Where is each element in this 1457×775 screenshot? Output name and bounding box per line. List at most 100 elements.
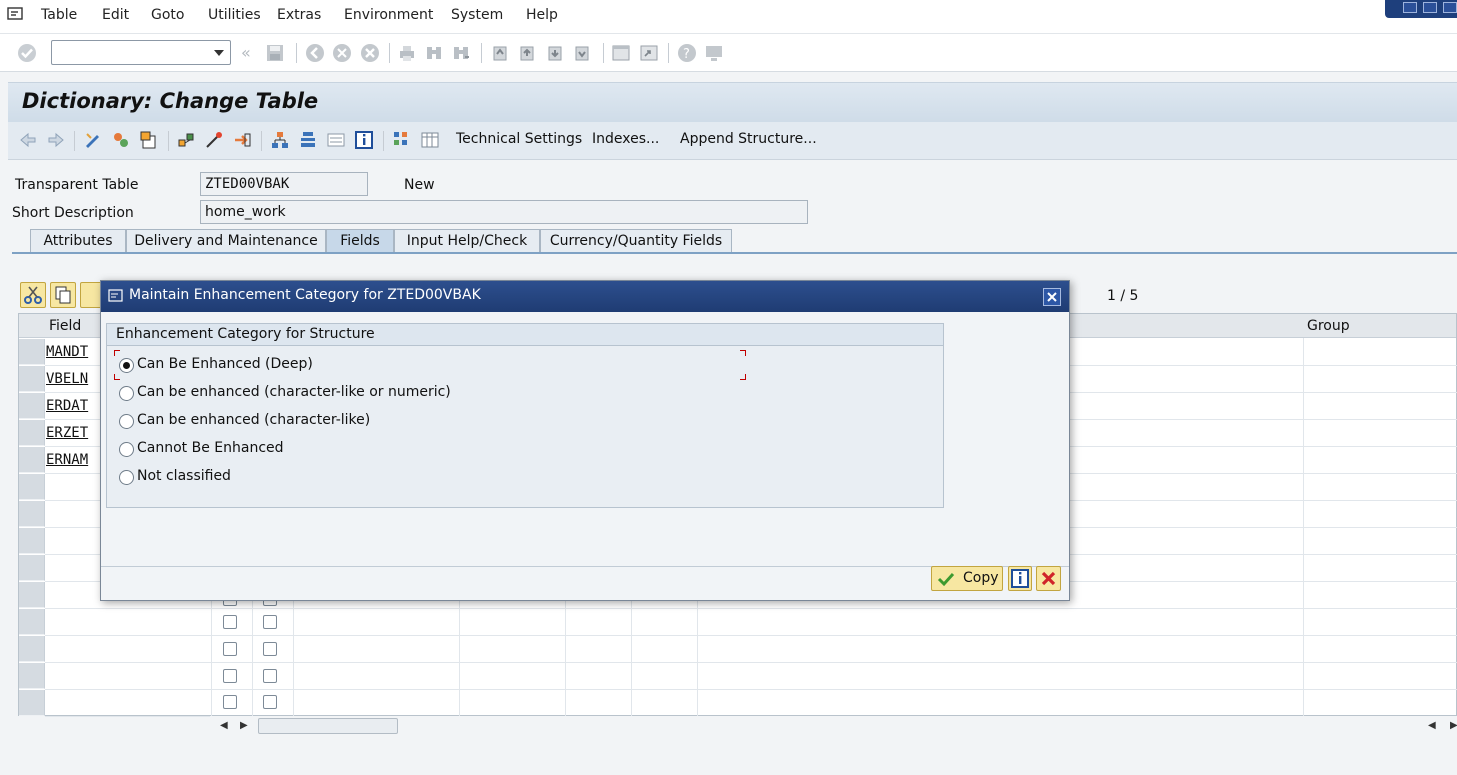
radio-char-like[interactable]: [119, 414, 134, 429]
paste-icon[interactable]: [80, 282, 102, 308]
row-selector[interactable]: [19, 609, 45, 635]
radio-deep[interactable]: [119, 358, 134, 373]
column-header-group[interactable]: Group: [1307, 318, 1350, 334]
menu-help[interactable]: Help: [526, 7, 558, 23]
radio-label[interactable]: Can be enhanced (character-like or numer…: [137, 384, 451, 400]
list-icon[interactable]: [326, 130, 346, 150]
next-page-icon[interactable]: [545, 43, 565, 63]
table-name-field[interactable]: ZTED00VBAK: [200, 172, 368, 196]
radio-label[interactable]: Can Be Enhanced (Deep): [137, 356, 313, 372]
row-selector[interactable]: [19, 339, 45, 365]
shortcut-icon[interactable]: [639, 43, 659, 63]
row-selector[interactable]: [19, 366, 45, 392]
arrow-right-icon[interactable]: [46, 130, 66, 150]
row-selector[interactable]: [19, 447, 45, 473]
navigate-icon[interactable]: [232, 130, 252, 150]
cancel-button[interactable]: [1036, 566, 1061, 591]
menu-table[interactable]: Table: [41, 7, 77, 23]
where-used-icon[interactable]: [176, 130, 196, 150]
radio-char-or-numeric[interactable]: [119, 386, 134, 401]
key-checkbox[interactable]: [223, 695, 237, 709]
double-chevron-left-icon[interactable]: «: [241, 43, 261, 63]
row-selector[interactable]: [19, 636, 45, 662]
customize-layout-icon[interactable]: [704, 43, 724, 63]
row-selector[interactable]: [19, 528, 45, 554]
radio-label[interactable]: Not classified: [137, 468, 231, 484]
tab-input-help-check[interactable]: Input Help/Check: [394, 229, 540, 253]
find-next-icon[interactable]: [451, 43, 471, 63]
row-selector[interactable]: [19, 393, 45, 419]
append-structure-button[interactable]: Append Structure...: [680, 131, 817, 147]
indexes-button[interactable]: Indexes...: [592, 131, 659, 147]
field-name-cell[interactable]: MANDT: [46, 344, 88, 360]
enter-check-icon[interactable]: [17, 43, 37, 63]
tab-fields[interactable]: Fields: [326, 229, 394, 253]
field-name-cell[interactable]: ERNAM: [46, 452, 88, 468]
row-selector[interactable]: [19, 663, 45, 689]
minimize-icon[interactable]: [1403, 2, 1417, 13]
structure-icon[interactable]: [298, 130, 318, 150]
initial-values-checkbox[interactable]: [263, 642, 277, 656]
radio-label[interactable]: Can be enhanced (character-like): [137, 412, 370, 428]
initial-values-checkbox[interactable]: [263, 615, 277, 629]
scroll-left-icon[interactable]: ◀: [1428, 720, 1436, 731]
row-selector[interactable]: [19, 555, 45, 581]
radio-cannot-enhance[interactable]: [119, 442, 134, 457]
info-button[interactable]: [1008, 566, 1032, 591]
field-name-cell[interactable]: ERDAT: [46, 398, 88, 414]
exit-icon[interactable]: [332, 43, 352, 63]
radio-not-classified[interactable]: [119, 470, 134, 485]
close-window-icon[interactable]: [1443, 2, 1457, 13]
initial-values-checkbox[interactable]: [263, 695, 277, 709]
menu-utilities[interactable]: Utilities: [208, 7, 261, 23]
short-description-field[interactable]: home_work: [200, 200, 808, 224]
initial-values-checkbox[interactable]: [263, 669, 277, 683]
row-selector[interactable]: [19, 582, 45, 608]
menu-environment[interactable]: Environment: [344, 7, 433, 23]
tab-currency-quantity-fields[interactable]: Currency/Quantity Fields: [540, 229, 732, 253]
close-icon[interactable]: [1043, 288, 1061, 306]
first-page-icon[interactable]: [490, 43, 510, 63]
scrollbar-thumb[interactable]: [258, 718, 398, 734]
column-header-field[interactable]: Field: [49, 318, 81, 334]
menu-goto[interactable]: Goto: [151, 7, 184, 23]
radio-label[interactable]: Cannot Be Enhanced: [137, 440, 284, 456]
cut-icon[interactable]: [20, 282, 46, 308]
copy-button[interactable]: Copy: [931, 566, 1003, 591]
horizontal-scrollbar[interactable]: ◀ ▶ ◀ ▶: [210, 716, 1457, 736]
arrow-left-icon[interactable]: [18, 130, 38, 150]
table-layout-icon[interactable]: [420, 130, 440, 150]
chevron-down-icon[interactable]: [214, 50, 224, 56]
field-name-cell[interactable]: VBELN: [46, 371, 88, 387]
field-name-cell[interactable]: ERZET: [46, 425, 88, 441]
command-field[interactable]: [51, 40, 231, 65]
row-selector[interactable]: [19, 420, 45, 446]
row-selector[interactable]: [19, 690, 45, 716]
scroll-left-icon[interactable]: ◀: [220, 720, 228, 731]
back-icon[interactable]: [305, 43, 325, 63]
create-session-icon[interactable]: [611, 43, 631, 63]
technical-settings-button[interactable]: Technical Settings: [456, 131, 582, 147]
other-object-icon[interactable]: [111, 130, 131, 150]
menu-edit[interactable]: Edit: [102, 7, 129, 23]
scroll-right-icon[interactable]: ▶: [240, 720, 248, 731]
print-icon[interactable]: [397, 43, 417, 63]
tab-delivery-maintenance[interactable]: Delivery and Maintenance: [126, 229, 326, 253]
row-selector[interactable]: [19, 501, 45, 527]
key-checkbox[interactable]: [223, 669, 237, 683]
hierarchy-icon[interactable]: [270, 130, 290, 150]
cancel-icon[interactable]: [360, 43, 380, 63]
tab-attributes[interactable]: Attributes: [30, 229, 126, 253]
info-icon[interactable]: [354, 130, 374, 150]
magic-wand-icon[interactable]: [204, 130, 224, 150]
key-checkbox[interactable]: [223, 642, 237, 656]
display-change-icon[interactable]: [83, 130, 103, 150]
help-icon[interactable]: ?: [677, 43, 697, 63]
tree-icon[interactable]: [392, 130, 412, 150]
copy-icon[interactable]: [50, 282, 76, 308]
scroll-right-icon[interactable]: ▶: [1450, 720, 1457, 731]
maximize-icon[interactable]: [1423, 2, 1437, 13]
activate-icon[interactable]: [139, 130, 159, 150]
menu-extras[interactable]: Extras: [277, 7, 321, 23]
last-page-icon[interactable]: [572, 43, 592, 63]
